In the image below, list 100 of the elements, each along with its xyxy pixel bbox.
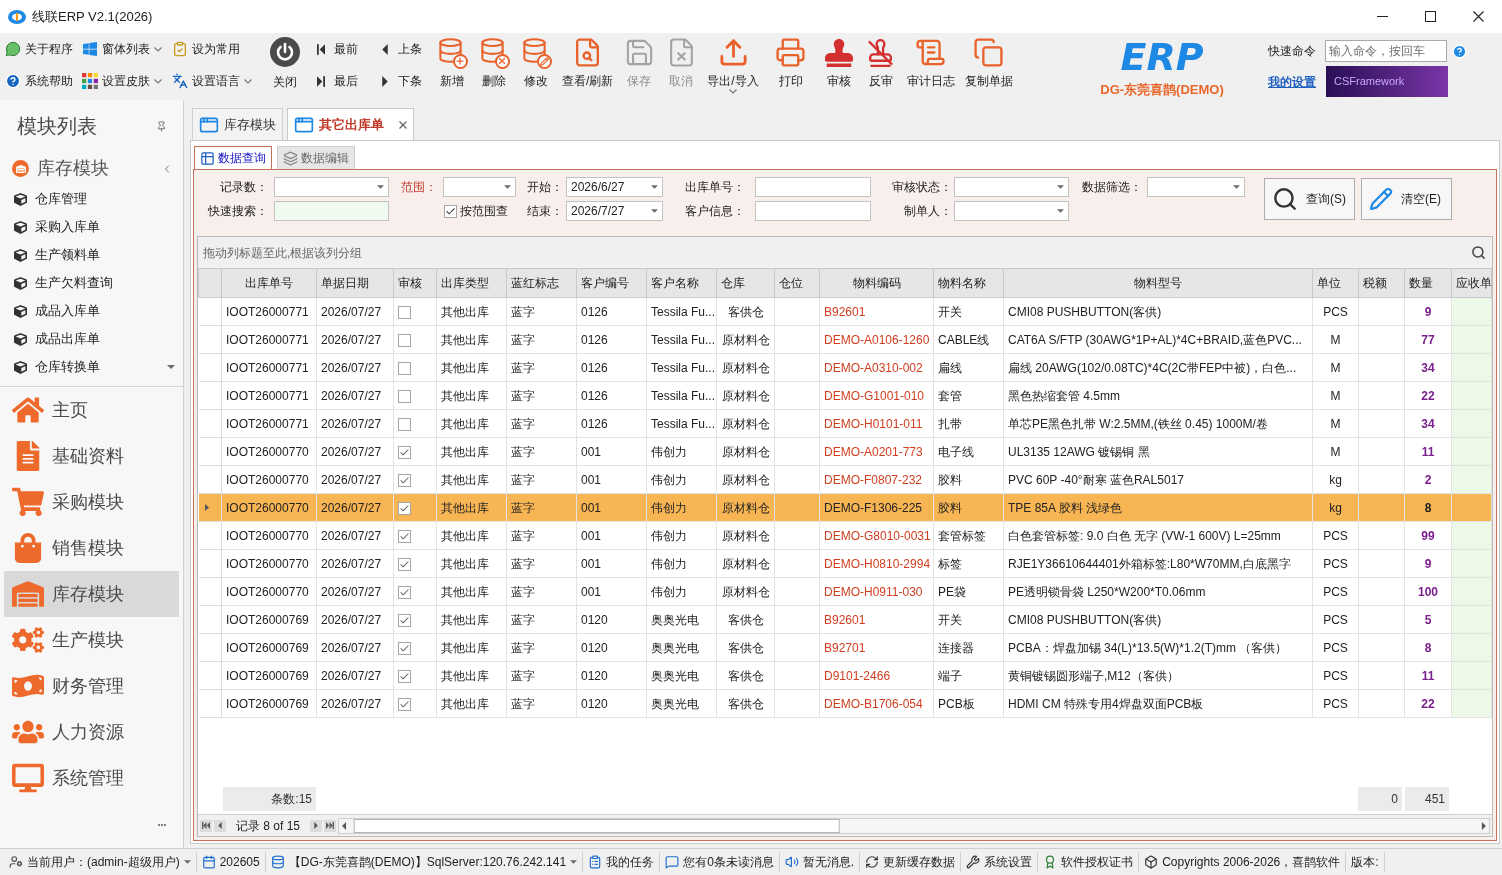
table-row[interactable]: IOOT26000770 2026/07/27 其他出库 蓝字 001 伟创力 原材料仓 DEMO-H0810-2994 标签 RJE1Y36610644401外箱标签:L80*W70MM,白底黑字 PCS 9 [198, 549, 1492, 578]
table-row[interactable]: IOOT26000771 2026/07/27 其他出库 蓝字 0126 Tessila Fu... 原材料仓 DEMO-A0310-002 扁线 扁线 20AWG(102/0.08TC)*4C(2C带FEP中被)，白色... M 34 [198, 353, 1492, 382]
nav-item[interactable]: 系统管理 [4, 755, 179, 801]
nav-button[interactable]: 最前 [317, 33, 358, 65]
checkbox[interactable] [398, 333, 411, 347]
column-header[interactable]: 蓝红标志 [506, 268, 577, 298]
column-header[interactable]: 税额 [1358, 268, 1405, 298]
toolbar-button[interactable]: 修改 [515, 33, 557, 100]
column-header[interactable]: 出库单号 [221, 268, 317, 298]
column-header[interactable]: 数量 [1404, 268, 1452, 298]
table-row[interactable]: IOOT26000771 2026/07/27 其他出库 蓝字 0126 Tessila Fu... 原材料仓 DEMO-G1001-010 套管 黑色热缩套管 4.5mm M 22 [198, 381, 1492, 410]
table-row[interactable]: IOOT26000770 2026/07/27 其他出库 蓝字 001 伟创力 原材料仓 DEMO-A0201-773 电子线 UL3135 12AWG 镀锡铜 黑 M 11 [198, 437, 1492, 466]
table-row[interactable]: IOOT26000771 2026/07/27 其他出库 蓝字 0126 Tessila Fu... 原材料仓 DEMO-A0106-1260 CABLE线 CAT6A S/FTP (30AWG*1P+AL)*4C+BRAID,蓝色PVC... M 77 [198, 325, 1492, 354]
table-row[interactable]: IOOT26000770 2026/07/27 其他出库 蓝字 001 伟创力 原材料仓 DEMO-G8010-0031 套管标签 白色套管标签: 9.0 白色 无字 (VW-1 600V) L=25mm PCS 99 [198, 521, 1492, 550]
status-item[interactable]: 系统设置 [961, 852, 1039, 872]
toolbar-button[interactable]: 删除 [473, 33, 515, 100]
nav-item[interactable]: 采购模块 [4, 479, 179, 525]
nav-item[interactable]: 销售模块 [4, 525, 179, 571]
checkbox[interactable] [398, 389, 411, 403]
menu-item[interactable]: 生产欠料查询 [0, 269, 183, 297]
toolbar-button[interactable]: 打印 [769, 33, 812, 100]
search-button[interactable]: 查询(S) [1264, 178, 1355, 220]
dropdown-field[interactable] [1147, 177, 1245, 197]
status-item[interactable]: 【DG-东莞喜鹊(DEMO)】SqlServer:120.76.242.141 [265, 852, 584, 872]
checkbox[interactable] [398, 305, 411, 319]
group-header[interactable]: 库存模块 [0, 152, 183, 185]
dropdown-field[interactable] [954, 177, 1069, 197]
status-item[interactable]: 更新缓存数据 [860, 852, 962, 872]
clear-button[interactable]: 清空(E) [1361, 178, 1452, 220]
search-field[interactable] [274, 201, 389, 221]
first-icon[interactable] [200, 819, 212, 832]
help-icon[interactable] [1452, 43, 1467, 59]
text-field[interactable] [755, 177, 871, 197]
column-header[interactable]: 仓库 [716, 268, 775, 298]
horizontal-scrollbar[interactable] [338, 817, 1490, 834]
table-row[interactable]: IOOT26000769 2026/07/27 其他出库 蓝字 0120 奥奥光电 客供仓 DEMO-B1706-054 PCB板 HDMI CM 特殊专用4焊盘双面PCB板 PCS 22 [198, 689, 1492, 718]
column-header[interactable]: 单据日期 [316, 268, 394, 298]
column-header[interactable]: 单位 [1312, 268, 1359, 298]
status-item[interactable]: 我的任务 [583, 852, 661, 872]
nav-button[interactable]: 上条 [381, 33, 422, 65]
text-field[interactable] [755, 201, 871, 221]
pin-icon[interactable] [156, 121, 167, 132]
checkbox[interactable] [398, 557, 411, 571]
status-item[interactable]: 202605 [196, 852, 266, 872]
dropdown-field[interactable] [274, 177, 389, 197]
toolbar-button[interactable]: 新增 [431, 33, 473, 100]
checkbox[interactable] [398, 697, 411, 711]
checkbox[interactable] [398, 501, 411, 515]
toolbar-button[interactable]: 查看/刷新 [557, 33, 619, 100]
column-header[interactable]: 审核 [393, 268, 437, 298]
menu-item[interactable]: 成品入库单 [0, 297, 183, 325]
checkbox[interactable] [398, 641, 411, 655]
table-row[interactable]: IOOT26000769 2026/07/27 其他出库 蓝字 0120 奥奥光电 客供仓 B92601 开关 CMI08 PUSHBUTTON(客供) PCS 5 [198, 605, 1492, 634]
search-icon[interactable] [1471, 245, 1486, 260]
table-row[interactable]: IOOT26000771 2026/07/27 其他出库 蓝字 0126 Tessila Fu... 原材料仓 DEMO-H0101-011 扎带 单芯PE黑色扎带 W:2.5MM,(铁丝 0.45) 1000M/卷 M 34 [198, 409, 1492, 438]
table-row[interactable]: IOOT26000769 2026/07/27 其他出库 蓝字 0120 奥奥光电 客供仓 B92701 连接器 PCBA：焊盘加锡 34(L)*13.5(W)*1.2(T)mm （客供） PCS 8 [198, 633, 1492, 662]
menu-item[interactable]: 成品出库单 [0, 325, 183, 353]
menu-item[interactable]: 仓库管理 [0, 185, 183, 213]
checkbox[interactable] [398, 585, 411, 599]
ribbon-button[interactable]: 窗体列表 [82, 33, 162, 65]
column-header[interactable]: 客户名称 [646, 268, 717, 298]
ribbon-button[interactable]: 设置皮肤 [82, 65, 162, 97]
nav-item[interactable]: 主页 [4, 387, 179, 433]
status-item[interactable]: 您有0条未读消息 [660, 852, 780, 872]
checkbox[interactable] [398, 361, 411, 375]
toolbar-button[interactable]: 反审 [859, 33, 902, 100]
nav-item[interactable]: 生产模块 [4, 617, 179, 663]
dropdown-field[interactable] [443, 177, 516, 197]
column-header[interactable]: 应收单 [1451, 268, 1492, 298]
toolbar-button[interactable]: 审核 [817, 33, 860, 100]
nav-item[interactable]: 财务管理 [4, 663, 179, 709]
date-field[interactable]: 2026/6/27 [566, 177, 663, 197]
checkbox[interactable] [398, 445, 411, 459]
nav-item[interactable]: 基础资料 [4, 433, 179, 479]
column-header[interactable]: 出库类型 [436, 268, 507, 298]
ribbon-button[interactable]: 设置语言 [172, 65, 252, 97]
menu-item[interactable]: 采购入库单 [0, 213, 183, 241]
settings-link[interactable]: 我的设置 [1268, 72, 1326, 91]
column-header[interactable]: 物料编码 [819, 268, 934, 298]
column-header[interactable]: 仓位 [774, 268, 820, 298]
checkbox[interactable] [398, 473, 411, 487]
nav-item[interactable]: 库存模块 [4, 571, 179, 617]
date-field[interactable]: 2026/7/27 [566, 201, 663, 221]
document-tab[interactable]: 其它出库单 [287, 108, 414, 140]
menu-item[interactable]: 仓库转换单 [0, 353, 183, 381]
column-header[interactable]: 物料名称 [933, 268, 1004, 298]
table-row[interactable]: IOOT26000770 2026/07/27 其他出库 蓝字 001 伟创力 原材料仓 DEMO-F1306-225 胶料 TPE 85A 胶料 浅绿色 kg 8 [198, 493, 1492, 522]
table-row[interactable]: IOOT26000769 2026/07/27 其他出库 蓝字 0120 奥奥光电 客供仓 D9101-2466 端子 黄铜镀锡圆形端子,M12（客供） PCS 11 [198, 661, 1492, 690]
checkbox[interactable] [398, 417, 411, 431]
checkbox[interactable] [398, 529, 411, 543]
close-icon[interactable] [399, 120, 407, 129]
table-row[interactable]: IOOT26000770 2026/07/27 其他出库 蓝字 001 伟创力 原材料仓 DEMO-H0911-030 PE袋 PE透明锁骨袋 L250*W200*T0.06mm PCS 100 [198, 577, 1492, 606]
checkbox[interactable] [398, 669, 411, 683]
table-row[interactable]: IOOT26000771 2026/07/27 其他出库 蓝字 0126 Tessila Fu... 客供仓 B92601 开关 CMI08 PUSHBUTTON(客供) PCS 9 [198, 297, 1492, 326]
column-header[interactable]: 物料型号 [1003, 268, 1313, 298]
ribbon-button[interactable]: 关于程序 [5, 33, 73, 65]
command-field[interactable]: 输入命令，按回车 [1325, 40, 1447, 62]
next-icon[interactable] [310, 819, 323, 832]
status-item[interactable]: 暂无消息. [779, 852, 861, 872]
status-item[interactable]: 软件授权证书 [1038, 852, 1140, 872]
